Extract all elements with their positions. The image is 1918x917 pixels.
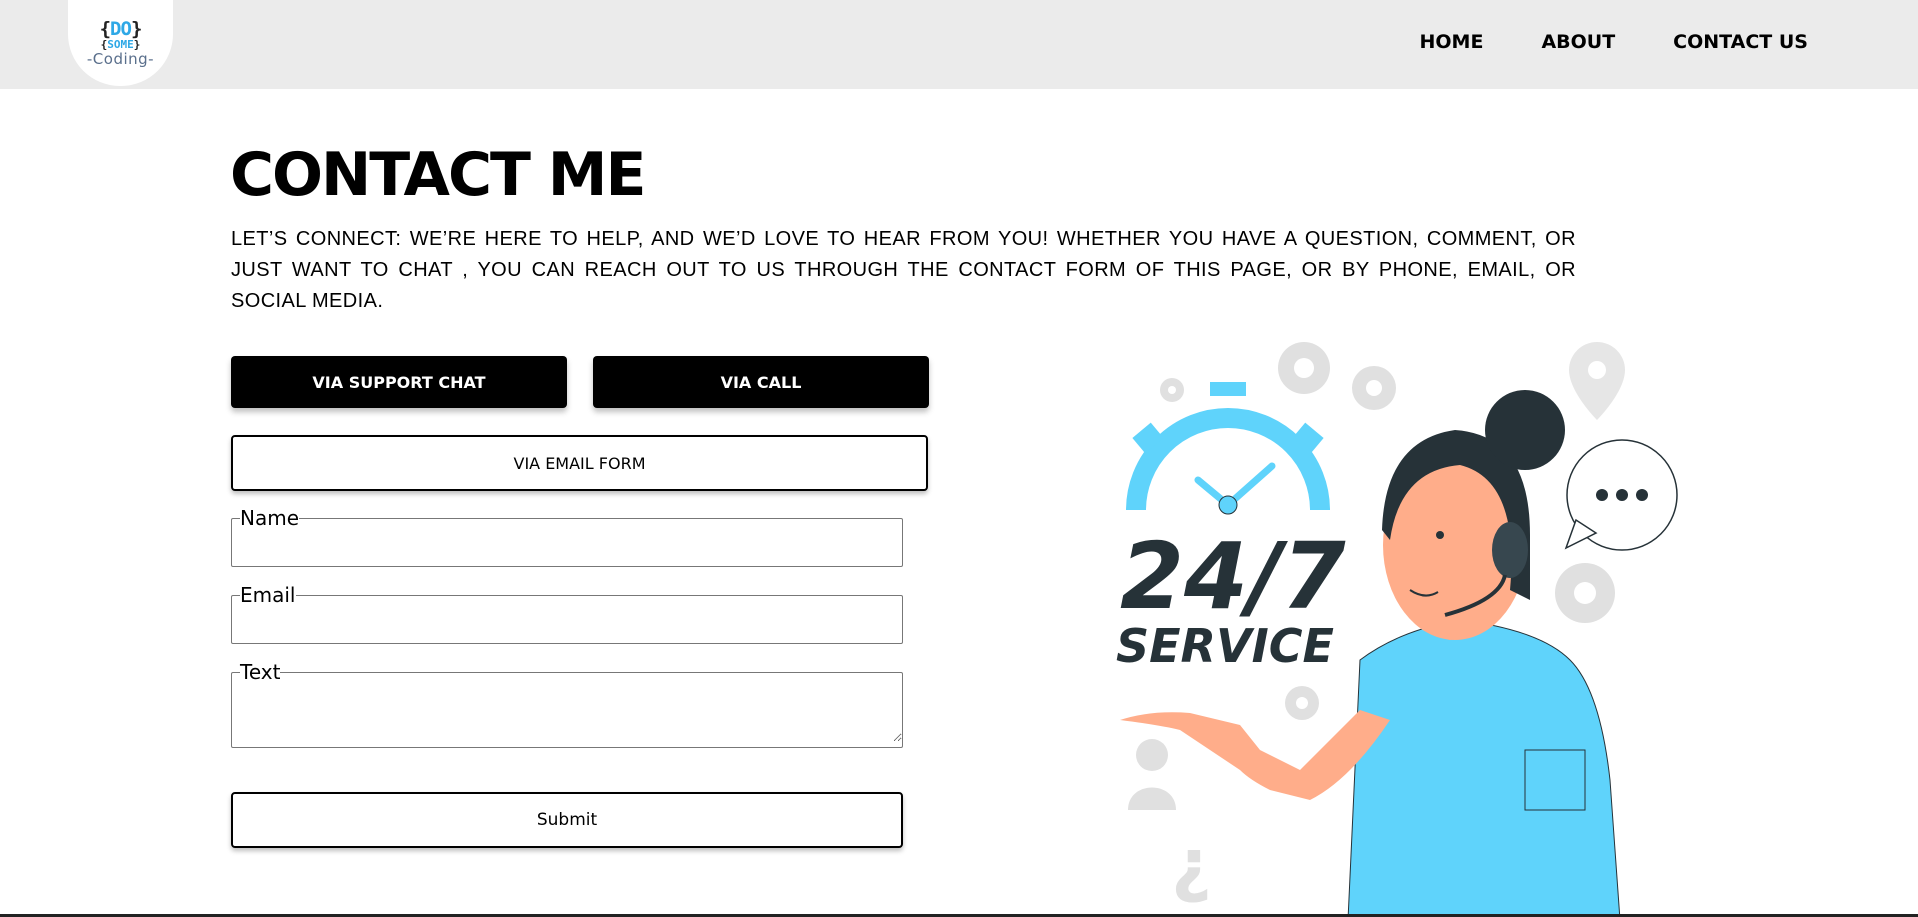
main-nav: HOME ABOUT CONTACT US bbox=[1419, 31, 1808, 53]
call-button[interactable]: VIA CALL bbox=[593, 356, 929, 408]
twenty-four-seven-text: 24/7 bbox=[1120, 523, 1346, 630]
gear-icon-tiny bbox=[1160, 378, 1184, 402]
intro-paragraph: LET’S CONNECT: WE’RE HERE TO HELP, AND W… bbox=[231, 228, 1576, 312]
user-icon bbox=[1128, 739, 1176, 810]
submit-button[interactable]: Submit bbox=[231, 792, 903, 848]
email-label: Email bbox=[240, 583, 296, 607]
email-input[interactable] bbox=[232, 605, 902, 643]
nav-about-link[interactable]: ABOUT bbox=[1541, 31, 1615, 53]
name-label: Name bbox=[240, 506, 300, 530]
service-text: SERVICE bbox=[1116, 619, 1334, 673]
gear-icon-small bbox=[1352, 366, 1396, 410]
chat-bubble-icon bbox=[1564, 439, 1678, 551]
email-form-button[interactable]: VIA EMAIL FORM bbox=[231, 435, 928, 491]
gear-icon bbox=[1278, 342, 1330, 394]
stopwatch-icon bbox=[1126, 382, 1330, 515]
page-title: CONTACT ME bbox=[230, 140, 647, 210]
name-input[interactable] bbox=[232, 528, 902, 566]
logo-line-3: -Coding- bbox=[86, 50, 155, 68]
support-illustration: ? 24/7 SERVICE bbox=[1116, 342, 1678, 917]
text-textarea[interactable] bbox=[232, 682, 902, 742]
site-header: {DO} {SOME} -Coding- HOME ABOUT CONTACT … bbox=[0, 0, 1918, 89]
name-fieldset: Name bbox=[231, 508, 903, 567]
logo-line-1: {DO} bbox=[99, 18, 143, 40]
gear-icon-low bbox=[1285, 686, 1319, 720]
text-fieldset: Text bbox=[231, 662, 903, 748]
nav-home-link[interactable]: HOME bbox=[1419, 31, 1483, 53]
gear-icon-right bbox=[1555, 563, 1615, 623]
site-logo[interactable]: {DO} {SOME} -Coding- bbox=[68, 0, 173, 86]
email-fieldset: Email bbox=[231, 585, 903, 644]
support-chat-button[interactable]: VIA SUPPORT CHAT bbox=[231, 356, 567, 408]
location-pin-icon bbox=[1569, 342, 1625, 420]
question-mark-icon: ? bbox=[1171, 833, 1212, 915]
nav-contact-link[interactable]: CONTACT US bbox=[1673, 31, 1808, 53]
text-label: Text bbox=[240, 660, 281, 684]
